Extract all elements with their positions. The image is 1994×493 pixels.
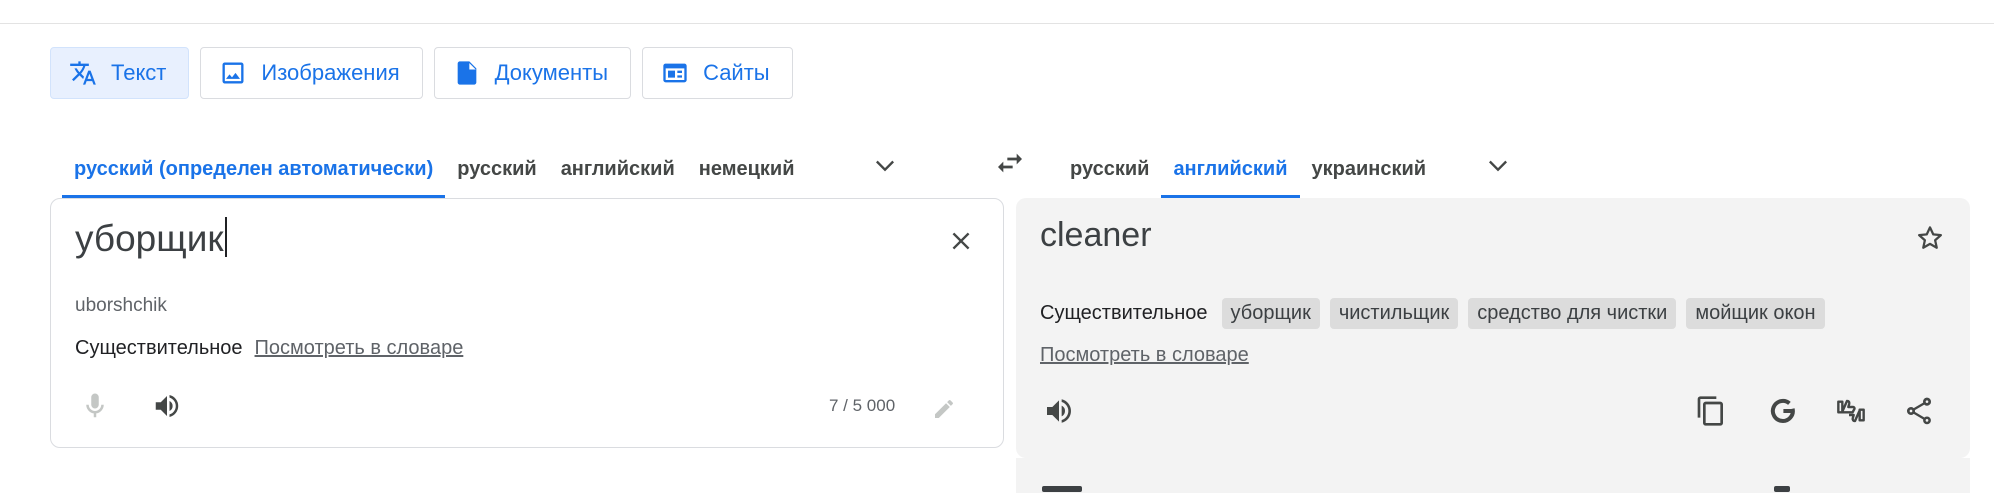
mode-tab-label: Текст bbox=[111, 60, 167, 85]
source-lang-english[interactable]: английский bbox=[549, 140, 687, 198]
alternative-chip[interactable]: мойщик окон bbox=[1686, 298, 1825, 329]
dictionary-section-partial bbox=[1016, 458, 1970, 493]
copy-button[interactable] bbox=[1688, 390, 1734, 436]
translation-panel: cleaner Существительное уборщик чистильщ… bbox=[1016, 198, 1970, 458]
source-lang-german[interactable]: немецкий bbox=[687, 140, 807, 198]
source-lang-russian[interactable]: русский bbox=[445, 140, 548, 198]
target-dictionary-link[interactable]: Посмотреть в словаре bbox=[1040, 344, 1249, 367]
part-of-speech: Существительное bbox=[75, 337, 243, 359]
thumbs-feedback-icon bbox=[1835, 395, 1867, 432]
google-search-button[interactable] bbox=[1760, 390, 1806, 436]
image-icon bbox=[219, 59, 247, 87]
transliteration: uborshchik bbox=[75, 295, 167, 316]
source-panel: уборщик uborshchik Существительное Посмо… bbox=[50, 198, 1004, 448]
source-listen-button[interactable] bbox=[145, 386, 189, 430]
clear-text-button[interactable] bbox=[939, 221, 983, 265]
source-more-languages-button[interactable] bbox=[863, 145, 907, 189]
text-caret bbox=[224, 217, 227, 257]
cut-off-heading bbox=[1042, 486, 1082, 492]
copy-icon bbox=[1695, 395, 1727, 432]
source-dictionary-link[interactable]: Посмотреть в словаре bbox=[255, 337, 464, 360]
chevron-down-icon bbox=[1484, 151, 1512, 184]
target-more-languages-button[interactable] bbox=[1476, 145, 1520, 189]
mode-tab-websites[interactable]: Сайты bbox=[642, 47, 793, 99]
translation-text: cleaner bbox=[1040, 216, 1152, 254]
swap-icon bbox=[994, 147, 1026, 184]
save-translation-button[interactable] bbox=[1908, 218, 1952, 262]
source-lang-detected[interactable]: русский (определен автоматически) bbox=[62, 140, 446, 198]
close-icon bbox=[948, 228, 974, 259]
character-counter: 7 / 5 000 bbox=[829, 396, 896, 415]
google-g-icon bbox=[1767, 395, 1799, 432]
alternative-chip[interactable]: уборщик bbox=[1221, 298, 1320, 329]
mode-tabs: Текст Изображения Документы Сайты bbox=[50, 47, 793, 99]
target-lang-english[interactable]: английский bbox=[1161, 140, 1300, 198]
swap-languages-button[interactable] bbox=[987, 142, 1033, 188]
mode-tab-text[interactable]: Текст bbox=[50, 47, 190, 99]
mode-tab-documents[interactable]: Документы bbox=[433, 47, 632, 99]
pencil-icon bbox=[932, 397, 956, 426]
chevron-down-icon bbox=[871, 151, 899, 184]
feedback-button[interactable] bbox=[1828, 390, 1874, 436]
part-of-speech: Существительное bbox=[1040, 302, 1208, 324]
translation-listen-button[interactable] bbox=[1036, 390, 1082, 436]
mode-tab-label: Документы bbox=[494, 60, 609, 85]
mode-tab-label: Изображения bbox=[261, 60, 400, 85]
source-dictionary-line: Существительное Посмотреть в словаре bbox=[75, 337, 463, 360]
website-icon bbox=[661, 59, 689, 87]
mode-tab-images[interactable]: Изображения bbox=[200, 47, 423, 99]
microphone-icon bbox=[80, 391, 110, 426]
edit-button[interactable] bbox=[927, 394, 961, 428]
translate-icon bbox=[69, 59, 97, 87]
share-icon bbox=[1903, 395, 1935, 432]
star-icon bbox=[1915, 223, 1945, 258]
cut-off-text bbox=[1774, 486, 1790, 492]
target-lang-ukrainian[interactable]: украинский bbox=[1300, 140, 1439, 198]
alternatives-row: Существительное уборщик чистильщик средс… bbox=[1040, 298, 1825, 329]
document-icon bbox=[453, 59, 481, 87]
source-text-input[interactable]: уборщик bbox=[75, 217, 227, 260]
top-divider bbox=[0, 23, 1994, 24]
alternative-chip[interactable]: чистильщик bbox=[1329, 298, 1459, 329]
target-lang-russian[interactable]: русский bbox=[1058, 140, 1161, 198]
mode-tab-label: Сайты bbox=[703, 60, 770, 85]
speaker-icon bbox=[1043, 395, 1075, 432]
alternative-chip[interactable]: средство для чистки bbox=[1468, 298, 1677, 329]
target-language-bar: русский английский украинский bbox=[1058, 140, 1438, 198]
source-language-bar: русский (определен автоматически) русски… bbox=[62, 140, 807, 198]
voice-input-button[interactable] bbox=[73, 386, 117, 430]
share-button[interactable] bbox=[1896, 390, 1942, 436]
speaker-icon bbox=[152, 391, 182, 426]
